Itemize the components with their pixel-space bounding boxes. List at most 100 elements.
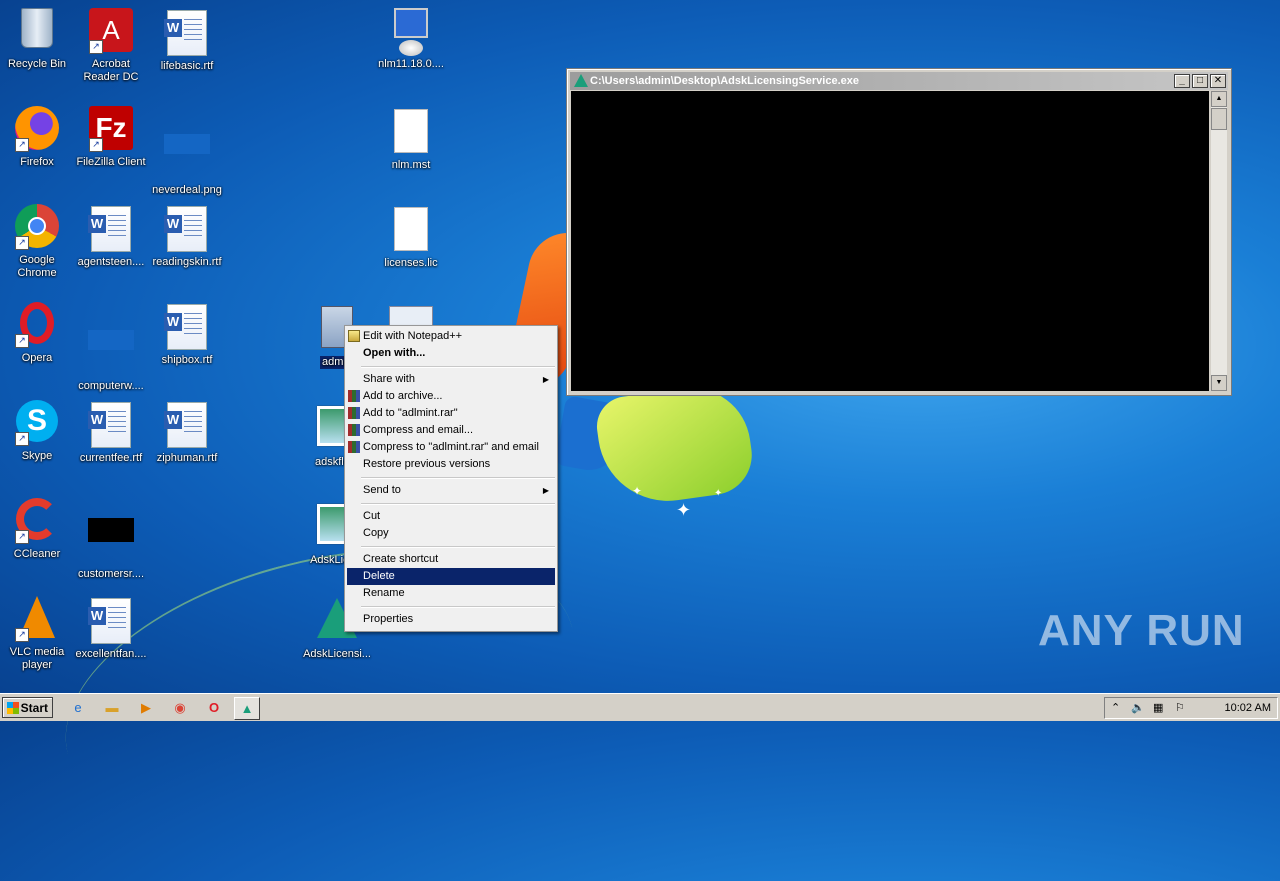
blank-file-icon (387, 109, 435, 157)
word-doc-icon: W (163, 304, 211, 352)
menu-item-share-with[interactable]: Share with ▶ (347, 371, 555, 388)
desktop-icon-recycle-bin[interactable]: Recycle Bin (0, 8, 74, 71)
desktop-icon-skype[interactable]: S ↗ Skype (0, 400, 74, 463)
system-tray: ⌃ 🔈 ▦ ⚐ 10:02 AM (1104, 697, 1278, 719)
network-icon[interactable]: ▦ (1153, 699, 1163, 717)
acrobat-icon: A ↗ (87, 8, 135, 56)
desktop-icon-agentsteen[interactable]: W agentsteen.... (74, 204, 148, 269)
desktop-icon-nlm-installer[interactable]: nlm11.18.0.... (374, 8, 448, 71)
menu-item-open-with[interactable]: Open with... (347, 345, 555, 362)
opera-icon: ↗ (13, 302, 61, 350)
word-doc-icon: W (163, 402, 211, 450)
minimize-button[interactable]: _ (1174, 74, 1190, 88)
start-button[interactable]: Start (2, 697, 53, 718)
desktop-icon-computerw[interactable]: computerw.... (74, 302, 148, 393)
chrome-taskbar-icon[interactable]: ◉ (168, 697, 192, 718)
opera-taskbar-icon[interactable]: O (202, 697, 226, 718)
desktop-icon-nlm-mst[interactable]: nlm.mst (374, 106, 448, 172)
autodesk-taskbar-icon[interactable]: ▲ (234, 697, 260, 720)
installer-icon (387, 8, 435, 56)
word-doc-icon: W (163, 10, 211, 58)
menu-separator (361, 366, 555, 368)
menu-separator (361, 546, 555, 548)
menu-item-cut[interactable]: Cut (347, 508, 555, 525)
menu-separator (361, 606, 555, 608)
desktop-icon-firefox[interactable]: ↗ Firefox (0, 106, 74, 169)
menu-item-send-to[interactable]: Send to ▶ (347, 482, 555, 499)
console-window[interactable]: C:\Users\admin\Desktop\AdskLicensingServ… (566, 68, 1232, 396)
submenu-arrow-icon: ▶ (542, 486, 549, 495)
anyrun-watermark: ANY RUN (1038, 606, 1245, 655)
menu-item-restore[interactable]: Restore previous versions (347, 456, 555, 473)
windows-logo-icon (7, 702, 19, 714)
desktop-icon-currentfee[interactable]: W currentfee.rtf (74, 400, 148, 465)
menu-item-add-rar[interactable]: Add to "adlmint.rar" (347, 405, 555, 422)
menu-separator (361, 503, 555, 505)
console-titlebar[interactable]: C:\Users\admin\Desktop\AdskLicensingServ… (570, 72, 1228, 90)
sparkle-icon: ✦ (632, 484, 643, 498)
word-doc-icon: W (87, 402, 135, 450)
image-icon (87, 330, 135, 378)
desktop-icon-opera[interactable]: ↗ Opera (0, 302, 74, 365)
clock[interactable]: 10:02 AM (1225, 699, 1271, 717)
menu-item-add-archive[interactable]: Add to archive... (347, 388, 555, 405)
media-player-icon[interactable]: ▶ (134, 697, 158, 718)
desktop-icon-lifebasic[interactable]: W lifebasic.rtf (150, 8, 224, 73)
menu-item-create-shortcut[interactable]: Create shortcut (347, 551, 555, 568)
volume-icon[interactable]: 🔈 (1131, 699, 1145, 717)
word-doc-icon: W (163, 206, 211, 254)
winrar-icon (348, 407, 360, 419)
taskbar: Start e ▬ ▶ ◉ O ▲ ⌃ 🔈 ▦ ⚐ 10:02 AM (0, 693, 1280, 721)
explorer-icon[interactable]: ▬ (100, 697, 124, 718)
context-menu: Edit with Notepad++ Open with... Share w… (344, 325, 558, 632)
scroll-thumb[interactable] (1211, 108, 1227, 130)
desktop-icon-readingskin[interactable]: W readingskin.rtf (150, 204, 224, 269)
menu-item-edit-notepad[interactable]: Edit with Notepad++ (347, 328, 555, 345)
maximize-button[interactable]: □ (1192, 74, 1208, 88)
winrar-icon (348, 390, 360, 402)
desktop-icon-vlc[interactable]: ↗ VLC media player (0, 596, 74, 672)
console-output[interactable] (571, 91, 1209, 391)
console-scrollbar[interactable]: ▲ ▼ (1211, 91, 1227, 391)
scroll-up-icon[interactable]: ▲ (1211, 91, 1227, 107)
desktop-icon-chrome[interactable]: ↗ Google Chrome (0, 204, 74, 280)
menu-separator (361, 477, 555, 479)
desktop-icon-licenses[interactable]: licenses.lic (374, 204, 448, 270)
desktop-icon-ziphuman[interactable]: W ziphuman.rtf (150, 400, 224, 465)
desktop-icon-neverdeal[interactable]: neverdeal.png (150, 106, 224, 197)
word-doc-icon: W (87, 598, 135, 646)
winrar-icon (348, 441, 360, 453)
console-title: C:\Users\admin\Desktop\AdskLicensingServ… (590, 75, 859, 87)
scroll-down-icon[interactable]: ▼ (1211, 375, 1227, 391)
sparkle-icon: ✦ (714, 488, 723, 499)
recycle-bin-icon (13, 8, 61, 56)
menu-item-compress-email[interactable]: Compress and email... (347, 422, 555, 439)
desktop-icon-acrobat[interactable]: A ↗ Acrobat Reader DC (74, 8, 148, 84)
close-button[interactable]: ✕ (1210, 74, 1226, 88)
menu-item-properties[interactable]: Properties (347, 611, 555, 628)
notepadpp-icon (348, 330, 360, 342)
blank-file-icon (387, 207, 435, 255)
menu-item-compress-rar-email[interactable]: Compress to "adlmint.rar" and email (347, 439, 555, 456)
vlc-icon: ↗ (13, 596, 61, 644)
desktop-icon-ccleaner[interactable]: ↗ CCleaner (0, 498, 74, 561)
desktop-icon-filezilla[interactable]: Fz ↗ FileZilla Client (74, 106, 148, 169)
action-center-flag-icon[interactable]: ⚐ (1175, 699, 1185, 717)
autodesk-icon (574, 74, 588, 88)
winrar-icon (348, 424, 360, 436)
sparkle-icon: ✦ (676, 500, 692, 520)
skype-icon: S ↗ (13, 400, 61, 448)
wallpaper-flag-green (593, 380, 757, 510)
menu-item-delete[interactable]: Delete (347, 568, 555, 585)
filezilla-icon: Fz ↗ (87, 106, 135, 154)
menu-item-copy[interactable]: Copy (347, 525, 555, 542)
desktop-icon-excellentfan[interactable]: W excellentfan.... (74, 596, 148, 661)
chrome-icon: ↗ (13, 204, 61, 252)
tray-expand-icon[interactable]: ⌃ (1111, 699, 1120, 717)
desktop-icon-shipbox[interactable]: W shipbox.rtf (150, 302, 224, 367)
menu-item-rename[interactable]: Rename (347, 585, 555, 602)
desktop-icon-customersr[interactable]: customersr.... (74, 498, 148, 581)
ie-icon[interactable]: e (66, 697, 90, 718)
firefox-icon: ↗ (13, 106, 61, 154)
ccleaner-icon: ↗ (13, 498, 61, 546)
